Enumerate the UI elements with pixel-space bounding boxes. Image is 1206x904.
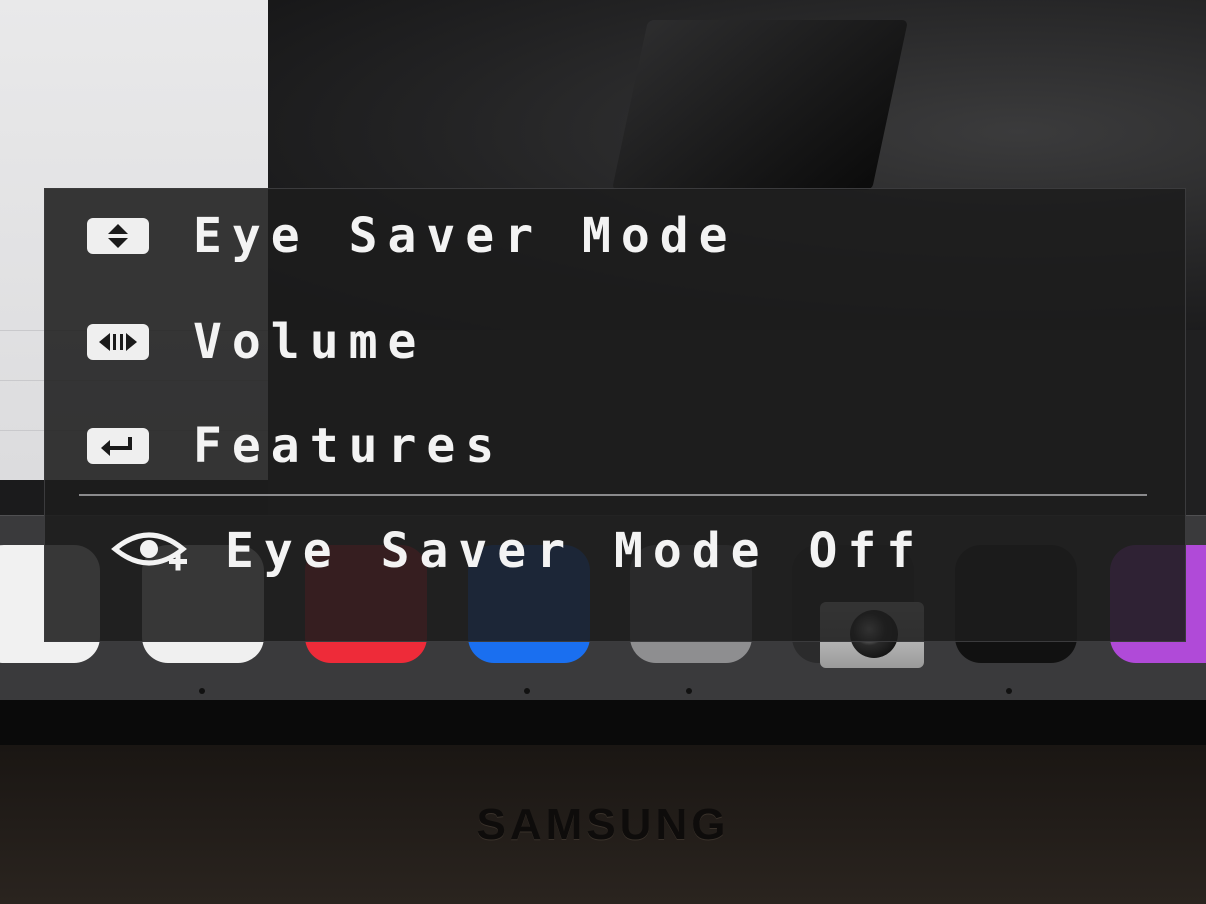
eye-saver-icon: [111, 532, 187, 571]
osd-item-label: Volume: [193, 314, 427, 370]
dock-running-indicator: [686, 688, 692, 694]
osd-item-label: Features: [193, 418, 505, 474]
osd-status: Eye Saver Mode Off: [111, 511, 925, 591]
enter-return-icon: [87, 428, 149, 464]
osd-status-label: Eye Saver Mode Off: [225, 523, 926, 579]
monitor-bezel: [0, 700, 1206, 750]
dock-running-indicator: [524, 688, 530, 694]
brand-logo: SAMSUNG: [476, 800, 730, 849]
wallpaper-shape: [611, 20, 909, 190]
osd-menu: Eye Saver Mode Volume Features Eye Saver…: [44, 188, 1186, 642]
photo-of-monitor: SAMSUNG Eye Saver Mode Volume Features E…: [0, 0, 1206, 904]
osd-item-features[interactable]: Features: [45, 401, 1185, 491]
osd-item-volume[interactable]: Volume: [45, 297, 1185, 387]
osd-divider: [79, 494, 1147, 496]
dock-running-indicator: [1006, 688, 1012, 694]
up-down-arrows-icon: [87, 218, 149, 254]
dock-running-indicator: [199, 688, 205, 694]
osd-item-label: Eye Saver Mode: [193, 208, 738, 264]
osd-item-eye-saver-mode[interactable]: Eye Saver Mode: [45, 191, 1185, 281]
left-right-arrows-icon: [87, 324, 149, 360]
